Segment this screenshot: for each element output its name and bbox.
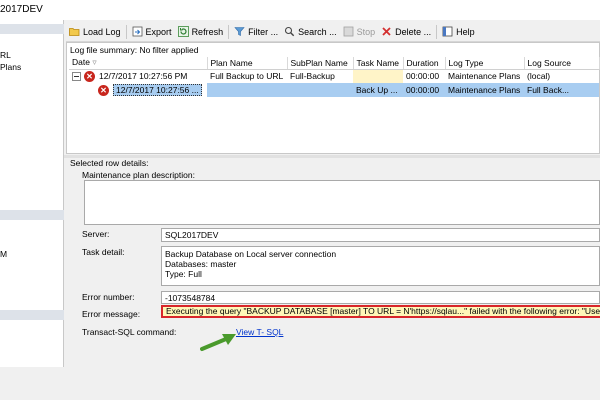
left-pane-item[interactable]: RL xyxy=(0,50,11,60)
tsql-label: Transact-SQL command: xyxy=(82,327,177,337)
help-button[interactable]: Help xyxy=(439,23,478,41)
server-field[interactable] xyxy=(161,228,600,242)
error-message-field[interactable]: Executing the query "BACKUP DATABASE [ma… xyxy=(161,305,600,318)
collapse-icon[interactable] xyxy=(72,71,81,81)
search-icon xyxy=(284,26,295,37)
mp-description-box[interactable] xyxy=(84,180,600,225)
stop-icon xyxy=(343,26,354,37)
column-header-log-type[interactable]: Log Type xyxy=(445,57,525,70)
title-bar: 2017DEV xyxy=(0,0,600,20)
column-header-log-source[interactable]: Log Source xyxy=(524,57,600,70)
table-row-selected[interactable]: ✕ 12/7/2017 10:27:56 ... Back Up ... 00:… xyxy=(69,83,599,97)
column-header-duration[interactable]: Duration xyxy=(403,57,446,70)
column-header-plan-name[interactable]: Plan Name xyxy=(207,57,288,70)
filter-button[interactable]: Filter ... xyxy=(231,23,281,41)
export-button[interactable]: Export xyxy=(129,23,175,41)
column-header-task-name[interactable]: Task Name xyxy=(353,57,404,70)
stop-button[interactable]: Stop xyxy=(340,23,379,41)
delete-icon xyxy=(381,26,392,37)
error-message-label: Error message: xyxy=(82,309,141,319)
row-details-panel: Selected row details: Maintenance plan d… xyxy=(66,158,600,351)
error-message-value: Executing the query "BACKUP DATABASE [ma… xyxy=(166,306,600,316)
server-value: SQL2017DEV xyxy=(165,230,219,240)
sort-descending-icon: ▿ xyxy=(92,57,97,68)
left-pane-header xyxy=(0,24,64,34)
log-table: Date ▿ Plan Name SubPlan Name Task Name … xyxy=(69,57,600,97)
error-number-field[interactable] xyxy=(161,291,600,304)
load-log-button[interactable]: Load Log xyxy=(66,23,124,41)
left-pane-section-band xyxy=(0,210,64,220)
left-pane: RL Plans M xyxy=(0,20,64,367)
error-number-value: -1073548784 xyxy=(165,293,216,303)
left-pane-item[interactable]: M xyxy=(0,249,7,259)
task-detail-line: Databases: master xyxy=(165,259,237,269)
folder-open-icon xyxy=(69,26,80,37)
details-heading: Selected row details: xyxy=(70,158,149,168)
left-pane-section-band xyxy=(0,310,64,320)
refresh-button[interactable]: Refresh xyxy=(175,23,227,41)
search-button[interactable]: Search ... xyxy=(281,23,340,41)
error-number-label: Error number: xyxy=(82,292,135,302)
log-panel: Log file summary: No filter applied Date… xyxy=(66,42,600,154)
refresh-icon xyxy=(177,26,189,37)
window-title: 2017DEV xyxy=(0,4,43,15)
bottom-area xyxy=(0,367,600,400)
export-icon xyxy=(132,26,143,37)
table-row[interactable]: ✕ 12/7/2017 10:27:56 PM Full Backup to U… xyxy=(69,69,599,83)
error-icon: ✕ xyxy=(84,70,95,82)
server-label: Server: xyxy=(82,229,110,239)
task-detail-label: Task detail: xyxy=(82,247,125,257)
mp-description-label: Maintenance plan description: xyxy=(82,170,195,180)
column-header-date[interactable]: Date ▿ xyxy=(69,57,208,70)
toolbar: Load Log Export Refresh Filter ... Searc… xyxy=(66,22,600,42)
view-tsql-link[interactable]: View T- SQL xyxy=(236,327,283,337)
log-summary: Log file summary: No filter applied xyxy=(70,45,199,55)
help-book-icon xyxy=(442,26,453,37)
delete-button[interactable]: Delete ... xyxy=(378,23,434,41)
table-header-row: Date ▿ Plan Name SubPlan Name Task Name … xyxy=(69,57,600,70)
left-pane-item[interactable]: Plans xyxy=(0,62,21,72)
task-detail-line: Backup Database on Local server connecti… xyxy=(165,249,337,259)
task-detail-line: Type: Full xyxy=(165,269,202,279)
column-header-subplan-name[interactable]: SubPlan Name xyxy=(287,57,354,70)
filter-icon xyxy=(234,26,245,37)
annotation-arrow-icon xyxy=(200,334,236,351)
error-icon: ✕ xyxy=(98,84,109,96)
